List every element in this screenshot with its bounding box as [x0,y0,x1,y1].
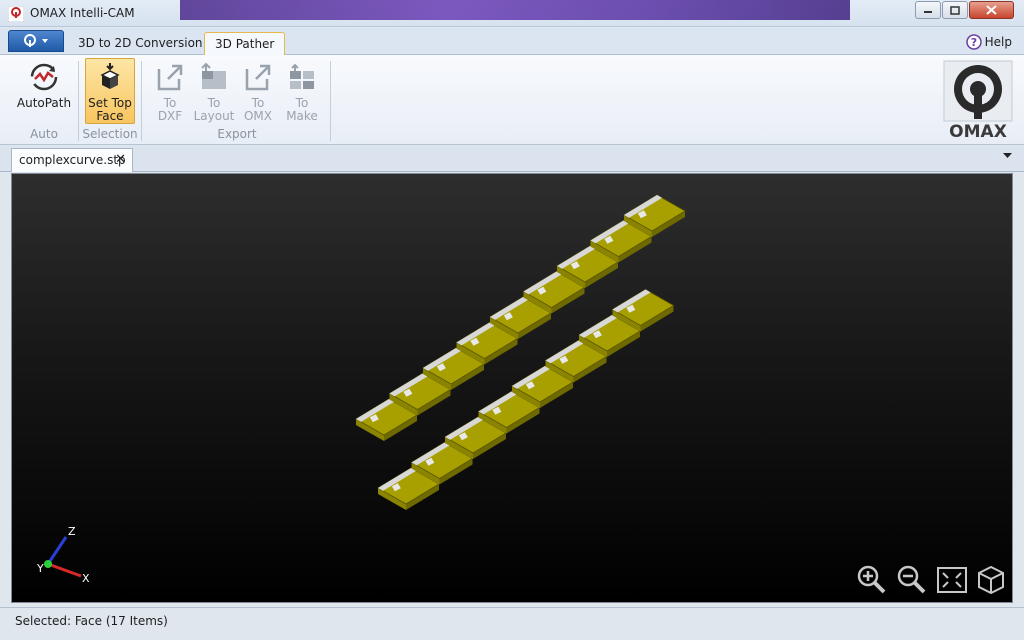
axis-y-label: Y [36,562,44,575]
export-omx-icon [245,64,271,91]
help-label: Help [984,35,1012,49]
to-layout-button[interactable]: To Layout [193,59,235,125]
export-layout-icon [201,62,226,89]
help-icon: ? [965,34,982,50]
zoom-in-icon[interactable] [856,564,888,596]
zoom-out-icon[interactable] [896,564,928,596]
axis-triad: Z X Y [36,525,90,585]
to-omx-line1: To [251,96,265,110]
title-bar: OMAX Intelli-CAM [0,0,1024,27]
maximize-icon [950,5,960,15]
to-dxf-line1: To [163,96,177,110]
help-button[interactable]: ? Help [965,34,1012,50]
window-title: OMAX Intelli-CAM [30,6,135,20]
to-omx-button[interactable]: To OMX [238,59,278,125]
to-layout-line1: To [207,96,221,110]
maximize-button[interactable] [942,1,968,19]
axis-z-label: Z [68,525,76,538]
to-make-button[interactable]: To Make [282,59,322,125]
tab-3d-pather[interactable]: 3D Pather [204,32,286,56]
close-icon [986,5,997,15]
document-tab-label: complexcurve.stp [19,153,126,167]
status-text: Selected: Face (17 Items) [15,614,168,628]
axis-x-label: X [82,572,90,585]
export-make-icon [290,63,314,89]
minimize-icon [924,11,932,13]
omax-logo: OMAX [943,60,1013,141]
group-separator [330,61,331,141]
set-top-face-label-line2: Face [96,109,124,123]
omax-logo-text: OMAX [949,122,1007,141]
view-cube-icon[interactable] [976,564,1006,596]
to-make-line2: Make [286,109,318,123]
autopath-label: AutoPath [16,96,72,110]
document-tab-strip: complexcurve.stp ✕ [0,146,1024,172]
to-make-line1: To [295,96,309,110]
ribbon-tab-row: 3D to 2D Conversion 3D Pather ? Help [0,28,1024,56]
set-top-face-icon [100,63,120,89]
autopath-icon [30,63,58,91]
export-dxf-icon [157,64,183,91]
title-bar-decoration [180,0,850,20]
tab-list-dropdown-icon[interactable] [1003,153,1012,159]
3d-viewport[interactable]: Z X Y [11,173,1013,603]
status-bar: Selected: Face (17 Items) [0,607,1024,640]
part-model[interactable] [12,174,1013,603]
ribbon-panel: AutoPath Auto Set Top Face Selection To … [0,55,1024,145]
group-separator [78,61,79,141]
group-label-auto: Auto [30,127,58,141]
zoom-fit-icon[interactable] [936,566,968,594]
app-menu-icon [24,34,48,47]
set-top-face-label-line1: Set Top [88,96,132,110]
application-menu-button[interactable] [8,30,64,52]
group-label-selection: Selection [82,127,138,141]
group-separator [141,61,142,141]
group-label-export: Export [217,127,257,141]
close-tab-icon[interactable]: ✕ [115,149,126,171]
to-dxf-button[interactable]: To DXF [150,59,190,125]
svg-text:?: ? [970,36,976,49]
minimize-button[interactable] [915,1,941,19]
to-omx-line2: OMX [243,109,273,123]
tab-3d-to-2d-conversion[interactable]: 3D to 2D Conversion [68,32,213,55]
to-layout-line2: Layout [193,109,235,123]
close-button[interactable] [969,1,1014,19]
set-top-face-button[interactable]: Set Top Face [85,58,135,124]
document-tab[interactable]: complexcurve.stp ✕ [11,148,133,172]
to-dxf-line2: DXF [157,109,183,123]
omax-app-icon [8,6,24,22]
autopath-button[interactable]: AutoPath [14,59,74,125]
